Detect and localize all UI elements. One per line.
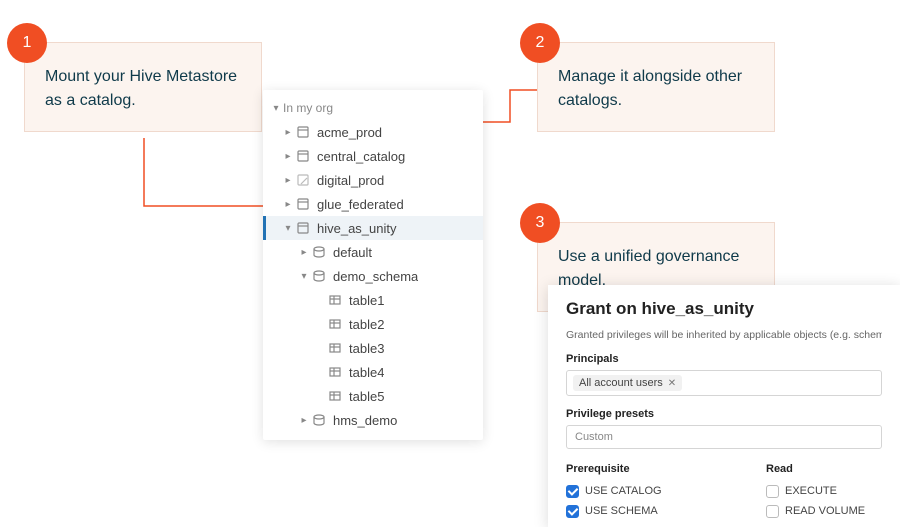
tree-item-label: table4 — [349, 365, 384, 380]
priv-use-schema: USE SCHEMA — [585, 505, 658, 517]
chevron-right-icon: ▸ — [297, 247, 311, 258]
callout-badge-3: 3 — [520, 203, 560, 243]
checkbox-use-schema[interactable] — [566, 505, 579, 518]
tree-root[interactable]: ▾ In my org — [263, 96, 483, 120]
database-icon — [311, 244, 327, 260]
tree-item-label: acme_prod — [317, 125, 382, 140]
tree-item-label: table3 — [349, 341, 384, 356]
catalog-icon — [295, 148, 311, 164]
principal-chip[interactable]: All account users ✕ — [573, 375, 682, 391]
catalog-item-glue-federated[interactable]: ▸ glue_federated — [263, 192, 483, 216]
chevron-right-icon: ▸ — [281, 175, 295, 186]
schema-item-demo-schema[interactable]: ▾ demo_schema — [263, 264, 483, 288]
table-icon — [327, 292, 343, 308]
tree-item-label: hms_demo — [333, 413, 397, 428]
table-item-table5[interactable]: table5 — [263, 384, 483, 408]
chevron-right-icon: ▸ — [297, 415, 311, 426]
catalog-icon — [295, 220, 311, 236]
chevron-down-icon: ▾ — [269, 103, 283, 114]
tree-item-label: table2 — [349, 317, 384, 332]
principal-chip-label: All account users — [579, 377, 663, 389]
col-read: Read — [766, 463, 793, 475]
chevron-right-icon: ▸ — [281, 151, 295, 162]
catalog-icon — [295, 196, 311, 212]
table-icon — [327, 340, 343, 356]
close-icon[interactable]: ✕ — [668, 378, 676, 389]
table-item-table3[interactable]: table3 — [263, 336, 483, 360]
callout-badge-2: 2 — [520, 23, 560, 63]
presets-label: Privilege presets — [566, 408, 882, 420]
catalog-item-hive-as-unity[interactable]: ▾ hive_as_unity — [263, 216, 483, 240]
tree-item-label: glue_federated — [317, 197, 404, 212]
grant-title: Grant on hive_as_unity — [566, 299, 882, 319]
catalog-item-digital-prod[interactable]: ▸ digital_prod — [263, 168, 483, 192]
grant-subtitle: Granted privileges will be inherited by … — [566, 329, 882, 341]
table-icon — [327, 316, 343, 332]
tree-item-label: central_catalog — [317, 149, 405, 164]
table-icon — [327, 364, 343, 380]
tree-root-label: In my org — [283, 101, 333, 115]
priv-read-volume: READ VOLUME — [785, 505, 865, 517]
tree-item-label: digital_prod — [317, 173, 384, 188]
chevron-down-icon: ▾ — [297, 271, 311, 282]
schema-item-default[interactable]: ▸ default — [263, 240, 483, 264]
principals-field[interactable]: All account users ✕ — [566, 370, 882, 396]
checkbox-use-catalog[interactable] — [566, 485, 579, 498]
tree-item-label: table5 — [349, 389, 384, 404]
col-prerequisite: Prerequisite — [566, 463, 766, 475]
checkbox-execute[interactable] — [766, 485, 779, 498]
table-item-table1[interactable]: table1 — [263, 288, 483, 312]
priv-use-catalog: USE CATALOG — [585, 485, 662, 497]
chevron-right-icon: ▸ — [281, 199, 295, 210]
tree-item-label: hive_as_unity — [317, 221, 397, 236]
schema-item-hms-demo[interactable]: ▸ hms_demo — [263, 408, 483, 432]
table-item-table2[interactable]: table2 — [263, 312, 483, 336]
grant-dialog: Grant on hive_as_unity Granted privilege… — [548, 285, 900, 527]
database-icon — [311, 412, 327, 428]
chevron-down-icon: ▾ — [281, 223, 295, 234]
presets-select[interactable]: Custom — [566, 425, 882, 449]
catalog-tree-panel: ▾ In my org ▸ acme_prod ▸ central_catalo… — [263, 90, 483, 440]
priv-execute: EXECUTE — [785, 485, 837, 497]
table-item-table4[interactable]: table4 — [263, 360, 483, 384]
catalog-item-central-catalog[interactable]: ▸ central_catalog — [263, 144, 483, 168]
principals-label: Principals — [566, 353, 882, 365]
tree-item-label: demo_schema — [333, 269, 418, 284]
callout-badge-1: 1 — [7, 23, 47, 63]
tree-item-label: table1 — [349, 293, 384, 308]
database-icon — [311, 268, 327, 284]
catalog-item-acme-prod[interactable]: ▸ acme_prod — [263, 120, 483, 144]
checkbox-read-volume[interactable] — [766, 505, 779, 518]
table-icon — [327, 388, 343, 404]
catalog-shared-icon — [295, 172, 311, 188]
tree-item-label: default — [333, 245, 372, 260]
catalog-icon — [295, 124, 311, 140]
chevron-right-icon: ▸ — [281, 127, 295, 138]
